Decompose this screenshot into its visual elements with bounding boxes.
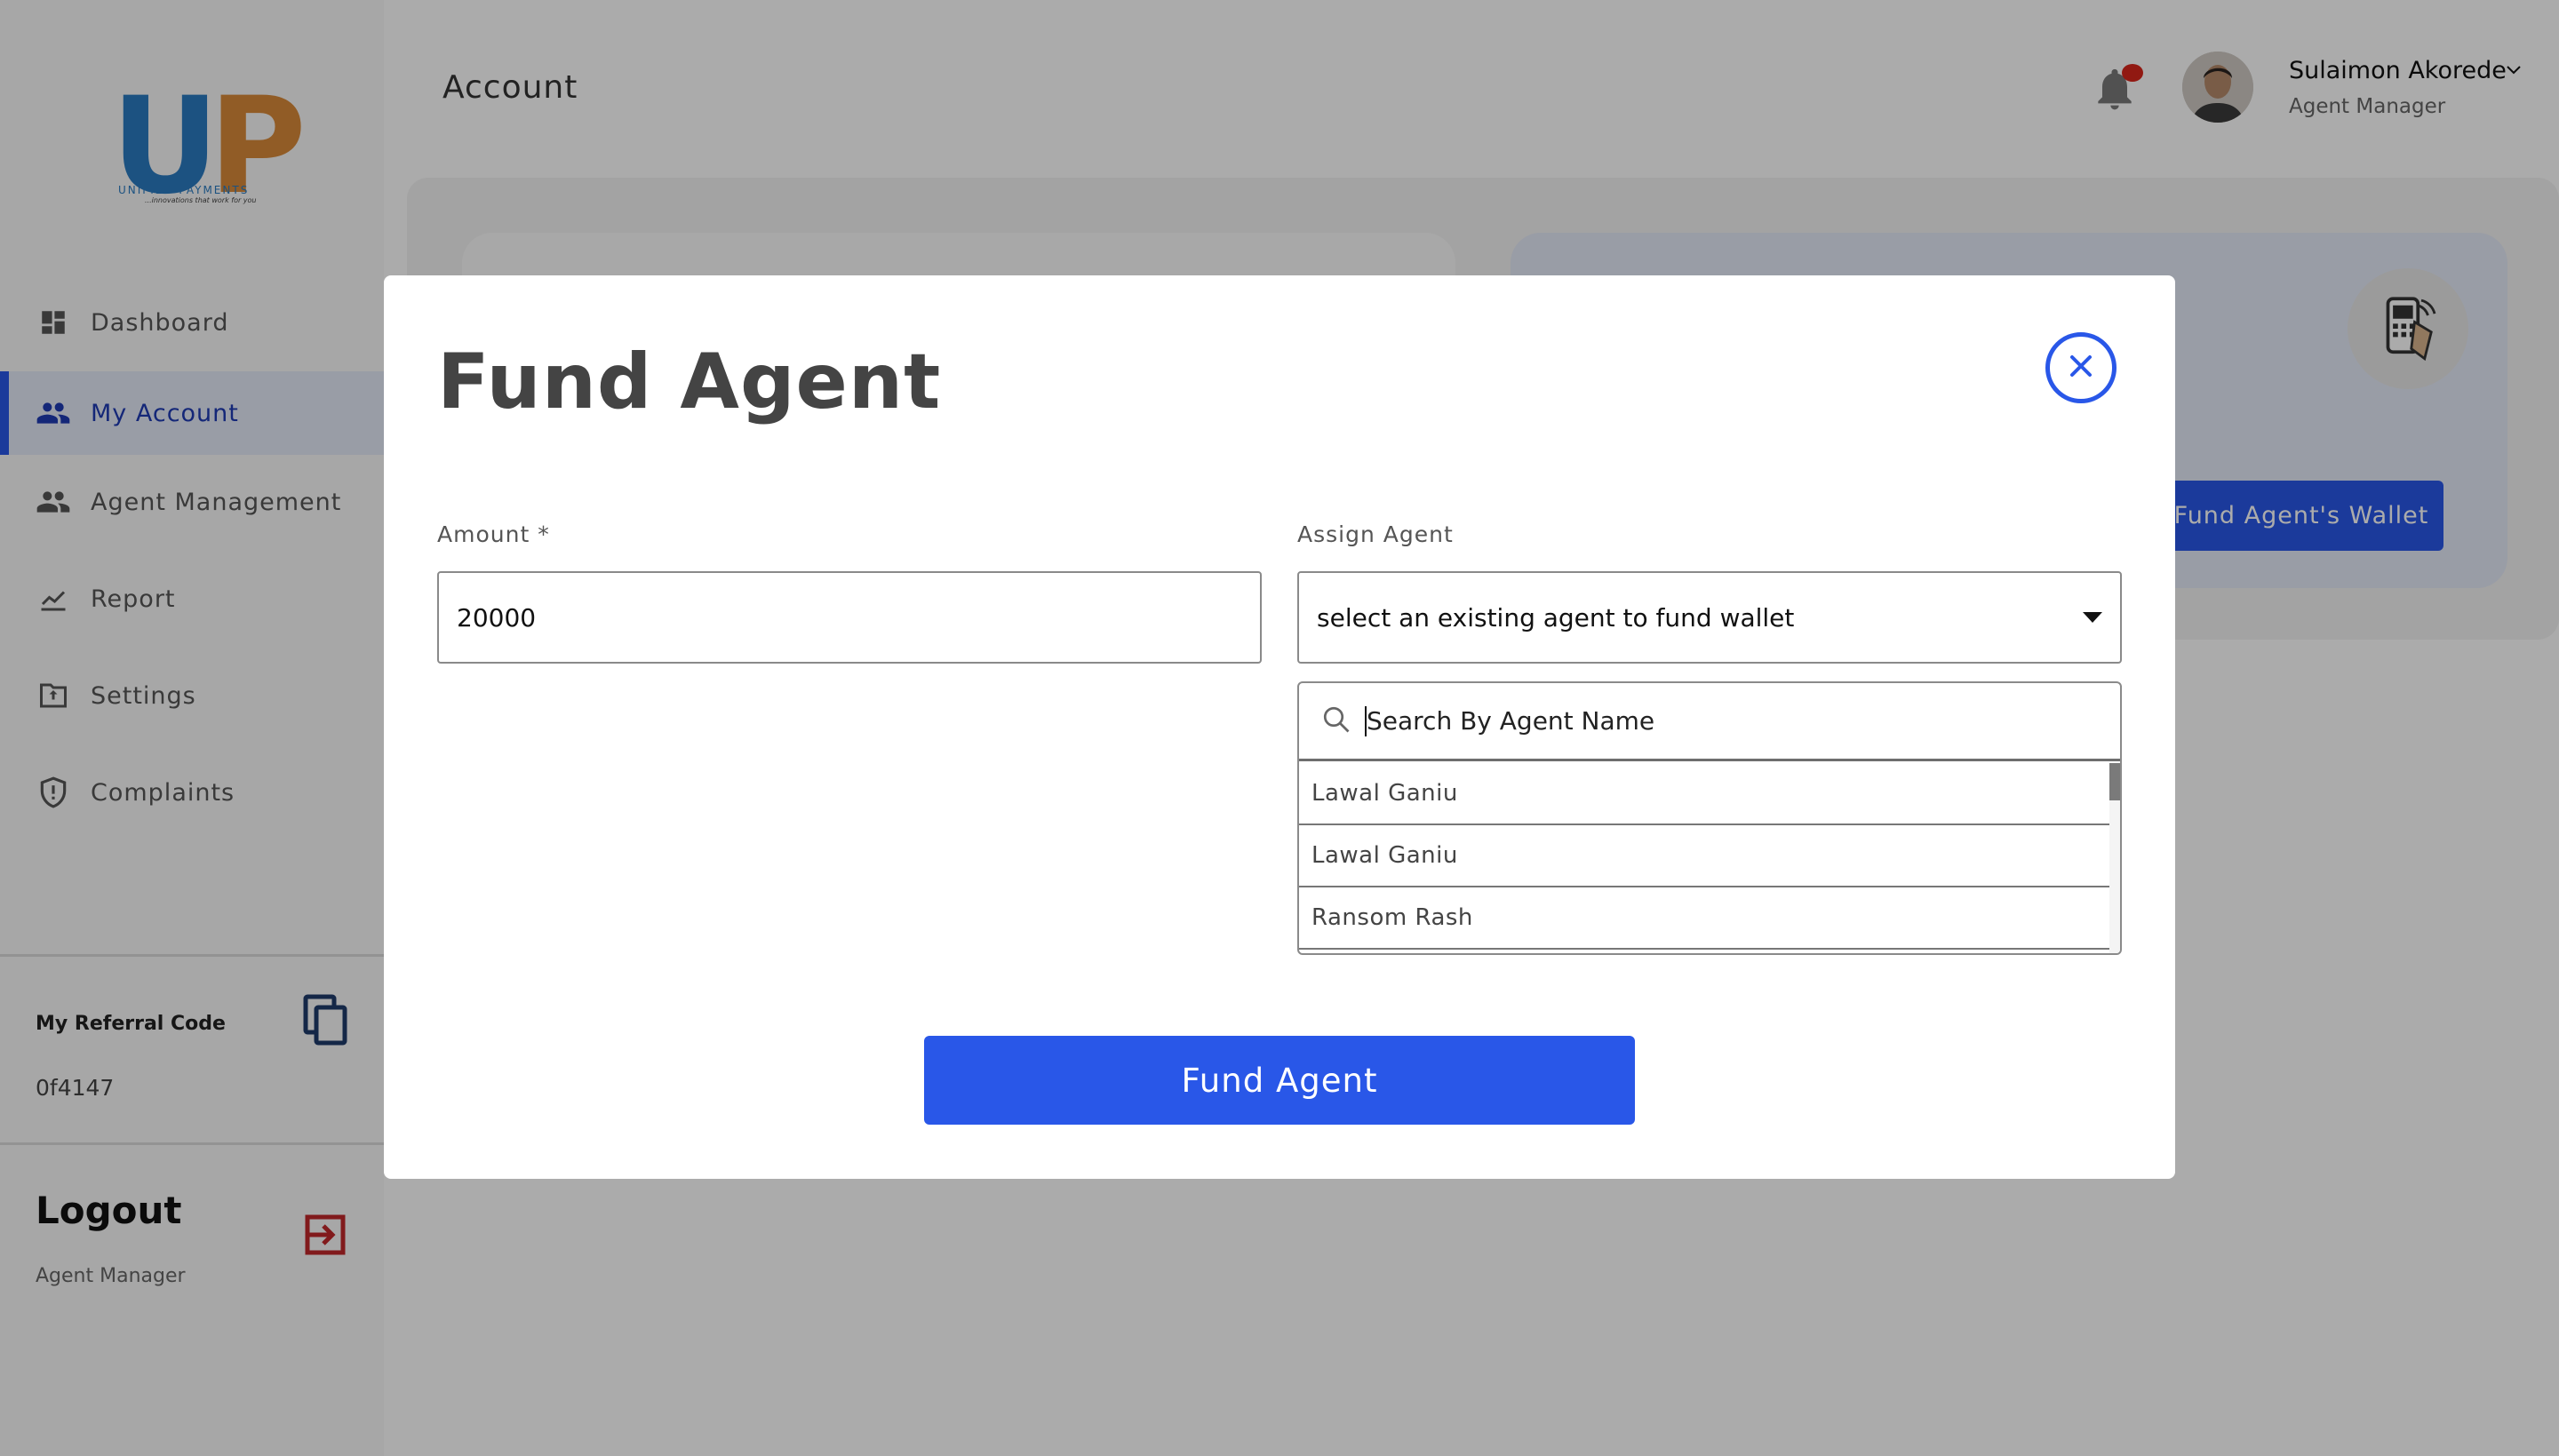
amount-label: Amount * xyxy=(437,521,550,547)
caret-down-icon xyxy=(2083,612,2102,623)
agent-list: Lawal Ganiu Lawal Ganiu Ransom Rash xyxy=(1299,763,2109,950)
fund-agent-modal: Fund Agent Amount * Assign Agent select … xyxy=(384,275,2175,1179)
list-item[interactable]: Ransom Rash xyxy=(1299,887,2109,950)
amount-input[interactable] xyxy=(437,571,1262,664)
list-item[interactable]: Lawal Ganiu xyxy=(1299,825,2109,887)
search-icon xyxy=(1320,704,1352,739)
assign-agent-label: Assign Agent xyxy=(1297,521,1454,547)
agent-dropdown: Lawal Ganiu Lawal Ganiu Ransom Rash xyxy=(1297,681,2122,955)
agent-search-bar xyxy=(1299,683,2120,761)
modal-title: Fund Agent xyxy=(437,338,942,426)
close-icon xyxy=(2063,348,2099,387)
assign-agent-select[interactable]: select an existing agent to fund wallet xyxy=(1297,571,2122,664)
agent-search-input[interactable] xyxy=(1367,706,2077,736)
close-button[interactable] xyxy=(2045,332,2117,403)
list-item[interactable]: Lawal Ganiu xyxy=(1299,763,2109,825)
assign-agent-selected-value: select an existing agent to fund wallet xyxy=(1317,602,1795,633)
fund-agent-submit-button[interactable]: Fund Agent xyxy=(924,1036,1635,1125)
scrollbar-thumb[interactable] xyxy=(2109,763,2120,800)
